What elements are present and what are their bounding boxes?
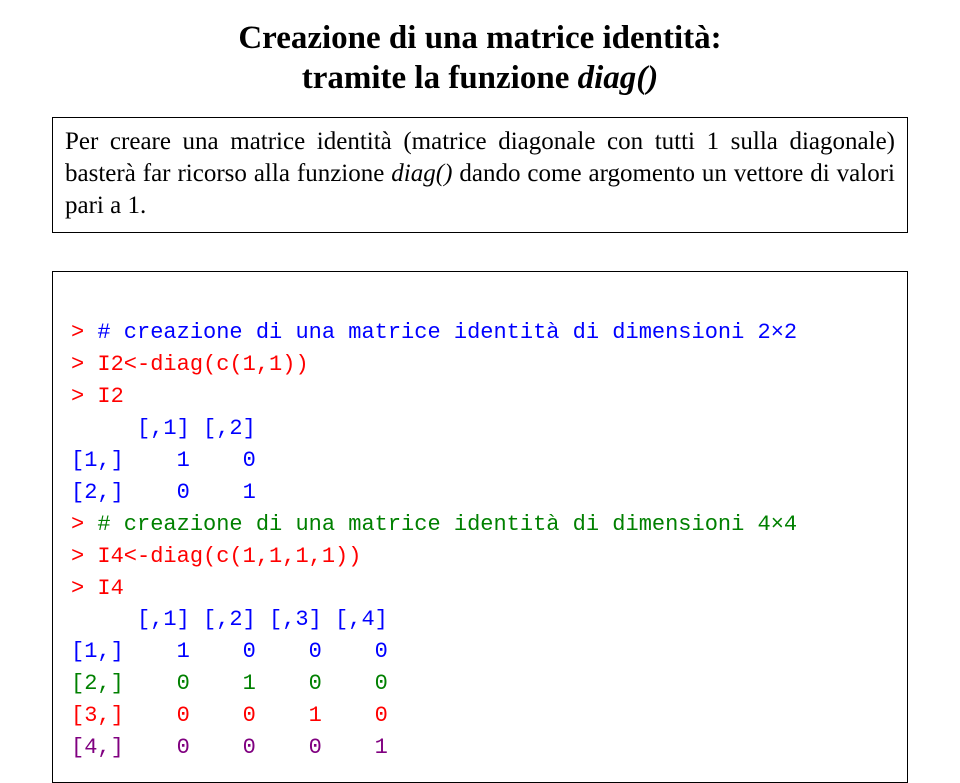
- code-prompt: >: [71, 320, 97, 345]
- code-line: I2<-diag(c(1,1)): [97, 352, 308, 377]
- code-box: > # creazione di una matrice identità di…: [52, 271, 908, 783]
- code-output: [,1] [,2]: [71, 416, 256, 441]
- explanation-italic: diag(): [391, 160, 452, 187]
- code-output: [2,] 0 1 0 0: [71, 671, 388, 696]
- title-line-1: Creazione di una matrice identità:: [52, 18, 908, 58]
- code-output: [,1] [,2] [,3] [,4]: [71, 607, 388, 632]
- code-prompt: >: [71, 352, 97, 377]
- page-title: Creazione di una matrice identità: trami…: [52, 18, 908, 99]
- code-line: I4: [97, 576, 123, 601]
- code-output: [3,] 0 0 1 0: [71, 703, 388, 728]
- code-prompt: >: [71, 576, 97, 601]
- code-line: I2: [97, 384, 123, 409]
- title-line-2-italic: diag(): [578, 60, 659, 96]
- code-output: [1,] 1 0 0 0: [71, 639, 388, 664]
- title-line-2-text: tramite la funzione: [302, 60, 578, 96]
- code-prompt: >: [71, 384, 97, 409]
- explanation-box: Per creare una matrice identità (matrice…: [52, 117, 908, 233]
- title-line-2: tramite la funzione diag(): [52, 58, 908, 98]
- code-output: [2,] 0 1: [71, 480, 256, 505]
- code-comment: # creazione di una matrice identità di d…: [97, 320, 797, 345]
- code-output: [4,] 0 0 0 1: [71, 735, 388, 760]
- code-prompt: >: [71, 512, 97, 537]
- code-output: [1,] 1 0: [71, 448, 256, 473]
- code-prompt: >: [71, 544, 97, 569]
- page: Creazione di una matrice identità: trami…: [0, 0, 960, 685]
- code-line: I4<-diag(c(1,1,1,1)): [97, 544, 361, 569]
- code-comment: # creazione di una matrice identità di d…: [97, 512, 797, 537]
